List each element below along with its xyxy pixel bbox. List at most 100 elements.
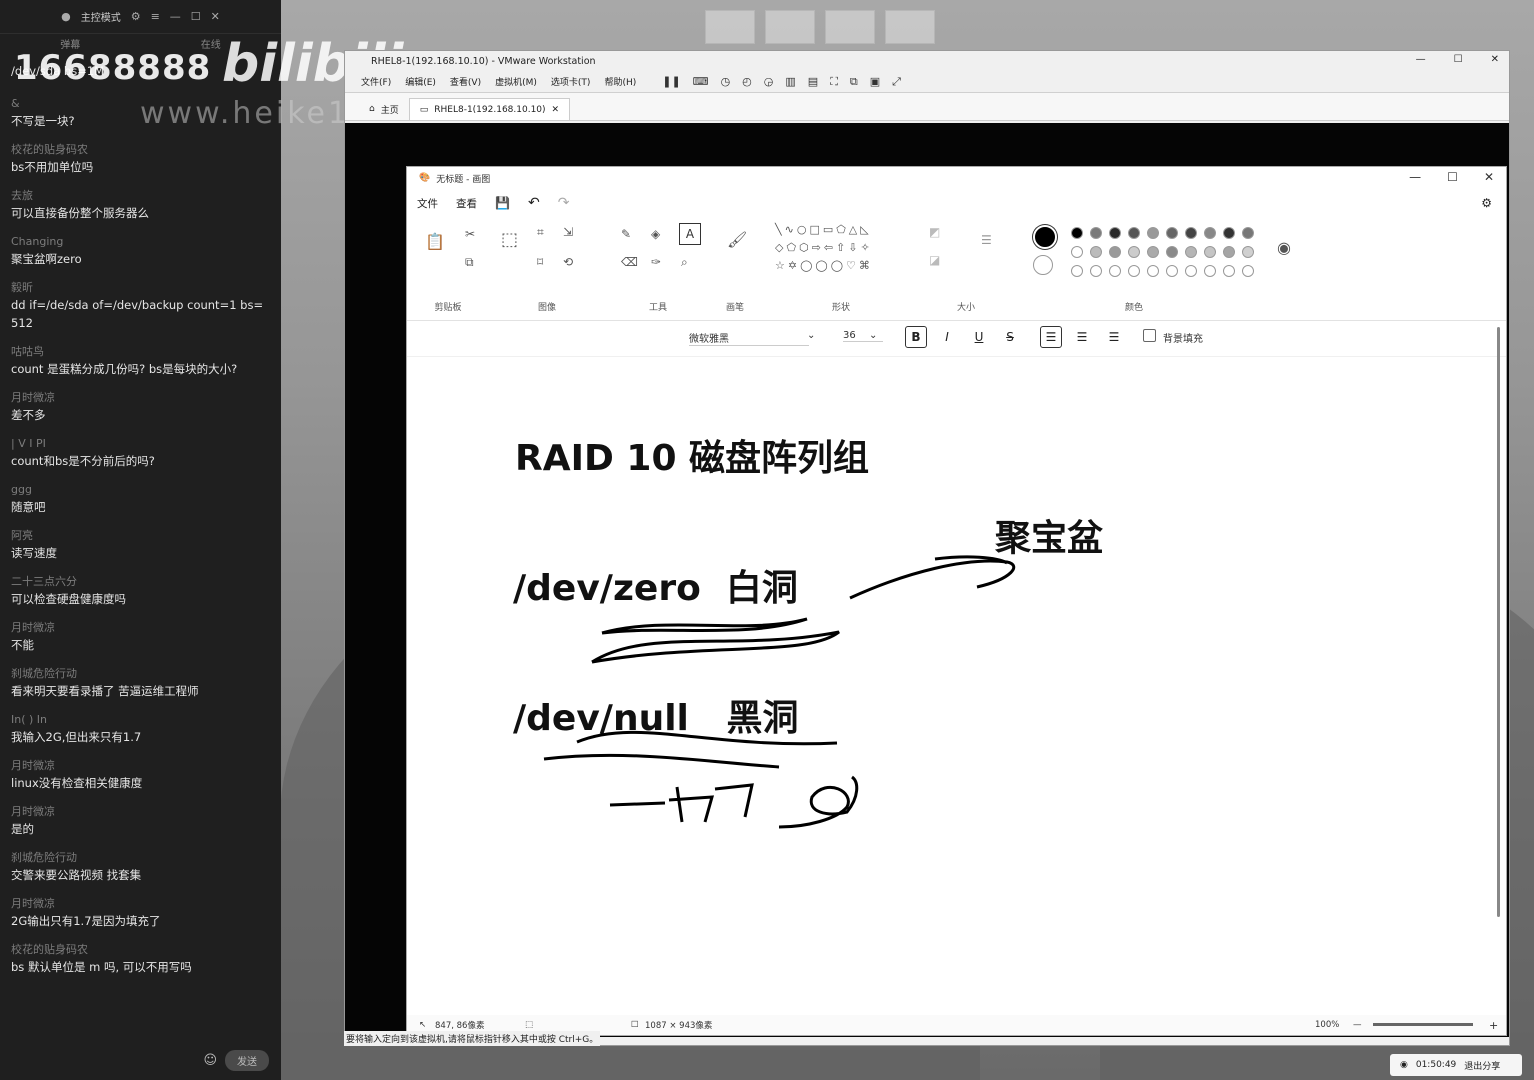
color-swatch[interactable] bbox=[1242, 227, 1254, 239]
color-swatch[interactable] bbox=[1090, 246, 1102, 258]
chevron-down-icon[interactable]: ⌄ bbox=[807, 330, 815, 341]
undo-icon[interactable]: ↶ bbox=[528, 195, 540, 211]
shapes-row2-icon[interactable]: ◇⬠⬡⇨⇦⇧⇩✧ bbox=[775, 241, 873, 255]
zoom-in-icon[interactable]: + bbox=[1489, 1019, 1498, 1032]
color-swatch[interactable] bbox=[1242, 265, 1254, 277]
color-swatch[interactable] bbox=[1242, 246, 1254, 258]
restore-snapshot-icon[interactable]: ◴ bbox=[742, 75, 752, 89]
close-icon[interactable]: ✕ bbox=[1484, 170, 1494, 184]
vertical-scrollbar[interactable] bbox=[1497, 327, 1500, 917]
redo-icon[interactable]: ↷ bbox=[558, 195, 570, 211]
menu-view[interactable]: 查看(V) bbox=[450, 75, 481, 88]
strikethrough-button[interactable]: S bbox=[999, 326, 1021, 348]
select-icon[interactable]: ⬚ bbox=[501, 231, 518, 249]
color-swatch[interactable] bbox=[1147, 265, 1159, 277]
send-keys-icon[interactable]: ⌨ bbox=[693, 75, 709, 89]
outline-icon[interactable]: ◩ bbox=[929, 225, 940, 239]
menu-edit[interactable]: 编辑(E) bbox=[405, 75, 436, 88]
paste-icon[interactable]: 📋 bbox=[425, 234, 445, 250]
line-size-icon[interactable]: ☰ bbox=[981, 233, 992, 247]
eraser-icon[interactable]: ⌫ bbox=[621, 255, 638, 269]
close-icon[interactable]: ✕ bbox=[1491, 54, 1499, 65]
font-name-select[interactable]: 微软雅黑 bbox=[689, 330, 809, 346]
color2-swatch[interactable] bbox=[1033, 255, 1053, 275]
shapes-row1-icon[interactable]: ╲∿○□▭⬠△◺ bbox=[775, 223, 872, 237]
unity-icon[interactable]: ⧉ bbox=[850, 75, 858, 89]
color-swatch[interactable] bbox=[1090, 265, 1102, 277]
drawing-canvas[interactable]: RAID 10 磁盘阵列组 聚宝盆 /dev/zero 白洞 /dev/null… bbox=[407, 357, 1499, 1017]
color-swatch[interactable] bbox=[1147, 246, 1159, 258]
color-swatch[interactable] bbox=[1071, 227, 1083, 239]
resize-icon[interactable]: ⇲ bbox=[563, 225, 573, 239]
cut-icon[interactable]: ✂ bbox=[465, 227, 475, 241]
menu-tabs[interactable]: 选项卡(T) bbox=[551, 75, 591, 88]
zoom-slider[interactable] bbox=[1373, 1023, 1473, 1026]
settings-icon[interactable]: ⚙ bbox=[1481, 196, 1492, 210]
color-swatch[interactable] bbox=[1147, 227, 1159, 239]
color-swatch[interactable] bbox=[1090, 227, 1102, 239]
thumbnail[interactable] bbox=[825, 10, 875, 44]
color-swatch[interactable] bbox=[1071, 265, 1083, 277]
color-picker-icon[interactable]: ✑ bbox=[651, 255, 661, 269]
color-swatch[interactable] bbox=[1185, 246, 1197, 258]
text-tool-icon[interactable]: A bbox=[679, 223, 701, 245]
brush-icon[interactable]: 🖌 bbox=[727, 232, 747, 248]
color-swatch[interactable] bbox=[1223, 265, 1235, 277]
align-left-button[interactable]: ☰ bbox=[1040, 326, 1062, 348]
tab-home[interactable]: ⌂ 主页 bbox=[359, 98, 409, 120]
close-icon[interactable]: ✕ bbox=[211, 10, 220, 23]
color-swatch[interactable] bbox=[1128, 227, 1140, 239]
settings-icon[interactable]: ⚙ bbox=[131, 10, 141, 23]
maximize-icon[interactable]: ☐ bbox=[1447, 170, 1458, 184]
fill-style-icon[interactable]: ◪ bbox=[929, 253, 940, 267]
align-right-button[interactable]: ☰ bbox=[1103, 326, 1125, 348]
align-center-button[interactable]: ☰ bbox=[1071, 326, 1093, 348]
tab-online[interactable]: 在线 bbox=[201, 36, 221, 51]
edit-colors-icon[interactable]: ◉ bbox=[1277, 240, 1291, 256]
tab-vm[interactable]: ▭ RHEL8-1(192.168.10.10) ✕ bbox=[408, 98, 571, 120]
pause-icon[interactable]: ❚❚ bbox=[662, 75, 680, 89]
color-swatch[interactable] bbox=[1128, 265, 1140, 277]
zoom-out-icon[interactable]: — bbox=[1353, 1020, 1362, 1030]
color-swatch[interactable] bbox=[1185, 227, 1197, 239]
menu-file[interactable]: 文件 bbox=[417, 196, 438, 211]
thumbnail[interactable] bbox=[885, 10, 935, 44]
color-swatch[interactable] bbox=[1204, 246, 1216, 258]
close-icon[interactable]: ✕ bbox=[552, 105, 560, 115]
color-swatch[interactable] bbox=[1223, 227, 1235, 239]
color-swatch[interactable] bbox=[1109, 246, 1121, 258]
color-swatch[interactable] bbox=[1185, 265, 1197, 277]
stretch-icon[interactable]: ⤢ bbox=[892, 75, 901, 89]
color-swatch[interactable] bbox=[1223, 246, 1235, 258]
chevron-down-icon[interactable]: ⌄ bbox=[869, 330, 877, 341]
underline-button[interactable]: U bbox=[968, 326, 990, 348]
color-swatch[interactable] bbox=[1109, 265, 1121, 277]
exit-share-button[interactable]: 退出分享 bbox=[1464, 1059, 1500, 1072]
shapes-row3-icon[interactable]: ☆✡◯◯◯♡⌘ bbox=[775, 259, 873, 273]
emoji-icon[interactable]: ☺ bbox=[203, 1053, 217, 1068]
color-swatch[interactable] bbox=[1204, 227, 1216, 239]
maximize-icon[interactable]: ☐ bbox=[1454, 54, 1463, 65]
manage-snapshots-icon[interactable]: ◶ bbox=[764, 75, 774, 89]
color-swatch[interactable] bbox=[1166, 246, 1178, 258]
fill-icon[interactable]: ◈ bbox=[651, 227, 660, 241]
background-fill-checkbox[interactable] bbox=[1143, 329, 1156, 342]
color1-swatch[interactable] bbox=[1033, 225, 1057, 249]
color-swatch[interactable] bbox=[1204, 265, 1216, 277]
pencil-icon[interactable]: ✎ bbox=[621, 227, 631, 241]
rotate-icon[interactable]: ⟲ bbox=[563, 255, 573, 269]
magnifier-icon[interactable]: ⌕ bbox=[681, 255, 688, 269]
menu-help[interactable]: 帮助(H) bbox=[604, 75, 636, 88]
sidebar-icon[interactable]: ▥ bbox=[785, 75, 795, 89]
bold-button[interactable]: B bbox=[905, 326, 927, 348]
tab-danmaku[interactable]: 弹幕 bbox=[60, 36, 80, 51]
color-swatch[interactable] bbox=[1128, 246, 1140, 258]
menu-view[interactable]: 查看 bbox=[456, 196, 477, 211]
italic-button[interactable]: I bbox=[936, 326, 958, 348]
fullscreen-icon[interactable]: ⛶ bbox=[830, 75, 838, 89]
thumbnail[interactable] bbox=[705, 10, 755, 44]
thumbnail-bar-icon[interactable]: ▤ bbox=[808, 75, 818, 89]
minimize-icon[interactable]: — bbox=[1409, 170, 1421, 184]
send-button[interactable]: 发送 bbox=[225, 1049, 269, 1071]
menu-file[interactable]: 文件(F) bbox=[361, 75, 391, 88]
